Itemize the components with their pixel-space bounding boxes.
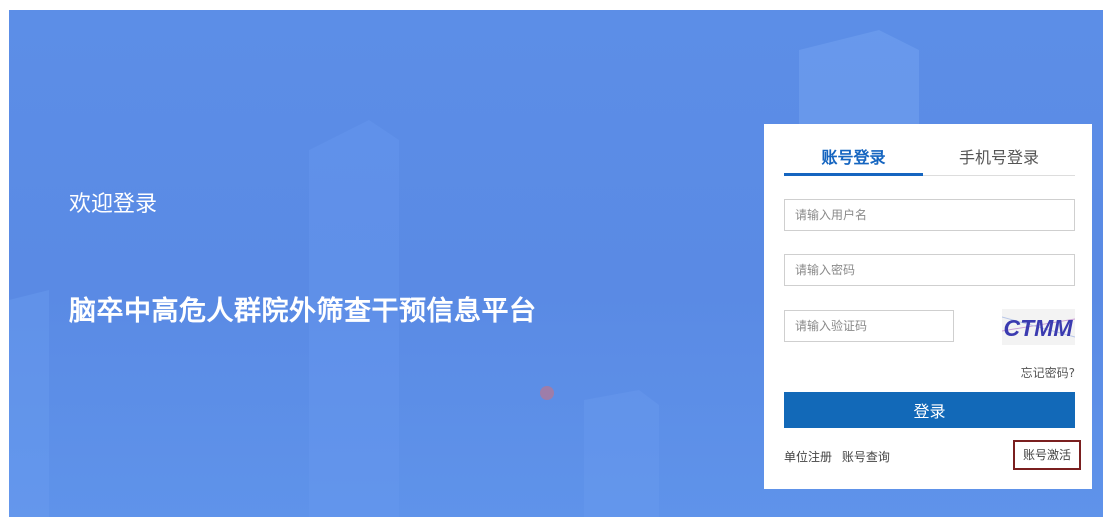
login-panel: 账号登录 手机号登录 CTMM 忘记密码? 登录 单位注册 账号查询 账号激活 — [764, 124, 1092, 489]
password-input[interactable] — [784, 254, 1075, 286]
register-link[interactable]: 单位注册 — [784, 450, 832, 464]
tab-active-indicator — [784, 173, 923, 176]
captcha-image[interactable]: CTMM — [1002, 309, 1075, 345]
captcha-input[interactable] — [784, 310, 954, 342]
account-activate-link[interactable]: 账号激活 — [1013, 440, 1081, 470]
account-query-link[interactable]: 账号查询 — [842, 450, 890, 464]
tab-phone-login[interactable]: 手机号登录 — [923, 144, 1075, 168]
welcome-heading: 欢迎登录 — [69, 192, 158, 217]
platform-title: 脑卒中高危人群院外筛查干预信息平台 — [69, 296, 537, 327]
forgot-password-link[interactable]: 忘记密码? — [1021, 364, 1075, 381]
captcha-text: CTMM — [1004, 315, 1074, 341]
account-links: 单位注册 账号查询 — [784, 448, 896, 465]
username-input[interactable] — [784, 199, 1075, 231]
login-button[interactable]: 登录 — [784, 392, 1075, 428]
tab-account-login[interactable]: 账号登录 — [784, 144, 923, 168]
